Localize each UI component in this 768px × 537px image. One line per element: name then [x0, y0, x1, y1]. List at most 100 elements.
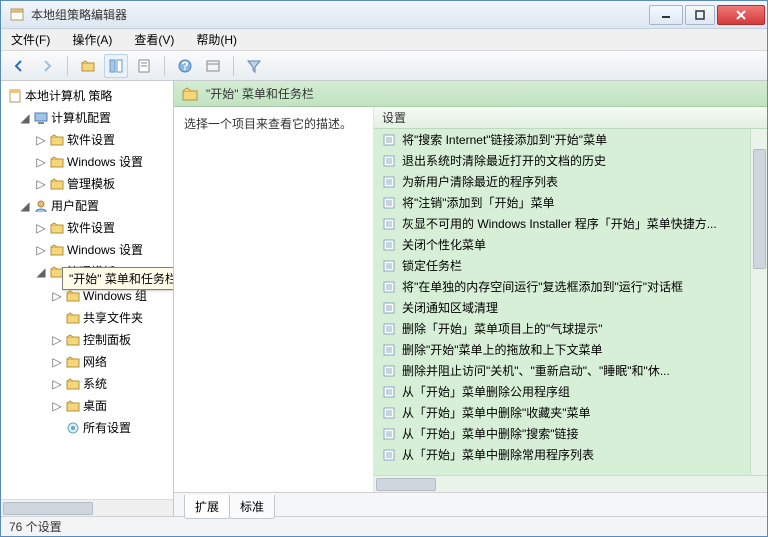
close-button[interactable] [717, 5, 765, 25]
expand-icon[interactable]: ▷ [51, 330, 63, 350]
settings-row[interactable]: 将"在单独的内存空间运行"复选框添加到"运行"对话框 [374, 276, 767, 297]
toolbar: ? [1, 51, 767, 81]
maximize-button[interactable] [685, 5, 715, 25]
tree-root[interactable]: 本地计算机 策略 [5, 85, 173, 107]
tree-computer-config[interactable]: ◢ 计算机配置 [17, 107, 173, 129]
settings-row[interactable]: 将"搜索 Internet"链接添加到"开始"菜单 [374, 129, 767, 150]
settings-row-label: 从「开始」菜单中删除常用程序列表 [402, 446, 594, 463]
collapse-icon[interactable]: ◢ [19, 196, 31, 216]
settings-horizontal-scrollbar[interactable] [374, 475, 767, 492]
status-bar: 76 个设置 [1, 516, 767, 536]
tree-windows-settings[interactable]: ▷ Windows 设置 [33, 239, 173, 261]
tree-control-panel[interactable]: ▷ 控制面板 [49, 329, 173, 351]
tree-all-settings[interactable]: 所有设置 [49, 417, 173, 439]
tree-network[interactable]: ▷ 网络 [49, 351, 173, 373]
expand-icon[interactable]: ▷ [35, 174, 47, 194]
folder-icon [65, 398, 81, 414]
settings-row-label: 删除「开始」菜单项目上的"气球提示" [402, 320, 603, 337]
menubar: 文件(F) 操作(A) 查看(V) 帮助(H) [1, 29, 767, 51]
expand-icon[interactable]: ▷ [51, 352, 63, 372]
settings-row-label: 删除"开始"菜单上的拖放和上下文菜单 [402, 341, 603, 358]
tree-label: 所有设置 [83, 418, 131, 438]
scrollbar-thumb[interactable] [376, 478, 436, 491]
expand-icon[interactable]: ▷ [35, 240, 47, 260]
menu-view[interactable]: 查看(V) [128, 29, 180, 50]
options-button[interactable] [201, 54, 225, 78]
settings-row[interactable]: 从「开始」菜单中删除"搜索"链接 [374, 423, 767, 444]
collapse-icon[interactable]: ◢ [35, 262, 47, 282]
expand-icon[interactable]: ▷ [51, 374, 63, 394]
minimize-button[interactable] [649, 5, 683, 25]
user-icon [33, 198, 49, 214]
expand-icon[interactable]: ▷ [35, 218, 47, 238]
settings-vertical-scrollbar[interactable] [750, 129, 767, 475]
policy-icon [382, 322, 396, 336]
policy-icon [382, 301, 396, 315]
settings-row[interactable]: 关闭个性化菜单 [374, 234, 767, 255]
scrollbar-thumb[interactable] [753, 149, 766, 269]
settings-row[interactable]: 从「开始」菜单中删除"收藏夹"菜单 [374, 402, 767, 423]
folder-up-button[interactable] [76, 54, 100, 78]
tree-admin-templates[interactable]: ▷ 管理模板 [33, 173, 173, 195]
tree-software[interactable]: ▷ 软件设置 [33, 129, 173, 151]
settings-column-header[interactable]: 设置 [374, 107, 767, 129]
settings-row[interactable]: 将"注销"添加到「开始」菜单 [374, 192, 767, 213]
back-button[interactable] [7, 54, 31, 78]
window-buttons [647, 5, 765, 25]
expand-icon[interactable]: ▷ [51, 396, 63, 416]
help-button[interactable]: ? [173, 54, 197, 78]
settings-row-label: 关闭通知区域清理 [402, 299, 498, 316]
tree-label: 桌面 [83, 396, 107, 416]
folder-icon [49, 176, 65, 192]
tab-standard[interactable]: 标准 [229, 495, 275, 519]
settings-row[interactable]: 关闭通知区域清理 [374, 297, 767, 318]
menu-help[interactable]: 帮助(H) [190, 29, 243, 50]
settings-row[interactable]: 退出系统时清除最近打开的文档的历史 [374, 150, 767, 171]
policy-icon [382, 385, 396, 399]
tab-extended[interactable]: 扩展 [184, 495, 230, 519]
settings-row[interactable]: 删除"开始"菜单上的拖放和上下文菜单 [374, 339, 767, 360]
tab-label: 扩展 [195, 500, 219, 514]
expand-icon[interactable]: ▷ [35, 152, 47, 172]
folder-icon [182, 86, 198, 102]
policy-icon [382, 448, 396, 462]
computer-icon [33, 110, 49, 126]
description-panel: 选择一个项目来查看它的描述。 [174, 107, 374, 492]
menu-file[interactable]: 文件(F) [5, 29, 56, 50]
forward-button[interactable] [35, 54, 59, 78]
policy-icon [382, 133, 396, 147]
settings-row[interactable]: 从「开始」菜单中删除常用程序列表 [374, 444, 767, 465]
settings-row-label: 灰显不可用的 Windows Installer 程序「开始」菜单快捷方... [402, 215, 717, 232]
settings-row[interactable]: 锁定任务栏 [374, 255, 767, 276]
tree-label: 网络 [83, 352, 107, 372]
tree-system[interactable]: ▷ 系统 [49, 373, 173, 395]
tree-software[interactable]: ▷ 软件设置 [33, 217, 173, 239]
collapse-icon[interactable]: ◢ [19, 108, 31, 128]
policy-icon [382, 259, 396, 273]
show-tree-button[interactable] [104, 54, 128, 78]
filter-button[interactable] [242, 54, 266, 78]
policy-icon [382, 406, 396, 420]
settings-row-label: 退出系统时清除最近打开的文档的历史 [402, 152, 606, 169]
settings-row[interactable]: 灰显不可用的 Windows Installer 程序「开始」菜单快捷方... [374, 213, 767, 234]
settings-row[interactable]: 删除「开始」菜单项目上的"气球提示" [374, 318, 767, 339]
tree-desktop[interactable]: ▷ 桌面 [49, 395, 173, 417]
settings-row[interactable]: 删除并阻止访问"关机"、"重新启动"、"睡眠"和"休... [374, 360, 767, 381]
tree-shared-folders[interactable]: 共享文件夹 [49, 307, 173, 329]
tree-user-config[interactable]: ◢ 用户配置 [17, 195, 173, 217]
tree-label: 用户配置 [51, 196, 99, 216]
tree-label: 本地计算机 策略 [25, 86, 112, 106]
menu-action[interactable]: 操作(A) [66, 29, 118, 50]
settings-row[interactable]: 从「开始」菜单删除公用程序组 [374, 381, 767, 402]
tree-windows-settings[interactable]: ▷ Windows 设置 [33, 151, 173, 173]
tree-horizontal-scrollbar[interactable] [1, 499, 173, 516]
settings-row-label: 为新用户清除最近的程序列表 [402, 173, 558, 190]
properties-button[interactable] [132, 54, 156, 78]
window-root: 本地组策略编辑器 文件(F) 操作(A) 查看(V) 帮助(H) ? [0, 0, 768, 537]
tooltip-text: "开始" 菜单和任务栏 [69, 272, 174, 286]
settings-row-label: 从「开始」菜单中删除"搜索"链接 [402, 425, 579, 442]
tree-label: Windows 设置 [67, 240, 143, 260]
settings-row[interactable]: 为新用户清除最近的程序列表 [374, 171, 767, 192]
scrollbar-thumb[interactable] [3, 502, 93, 515]
expand-icon[interactable]: ▷ [35, 130, 47, 150]
